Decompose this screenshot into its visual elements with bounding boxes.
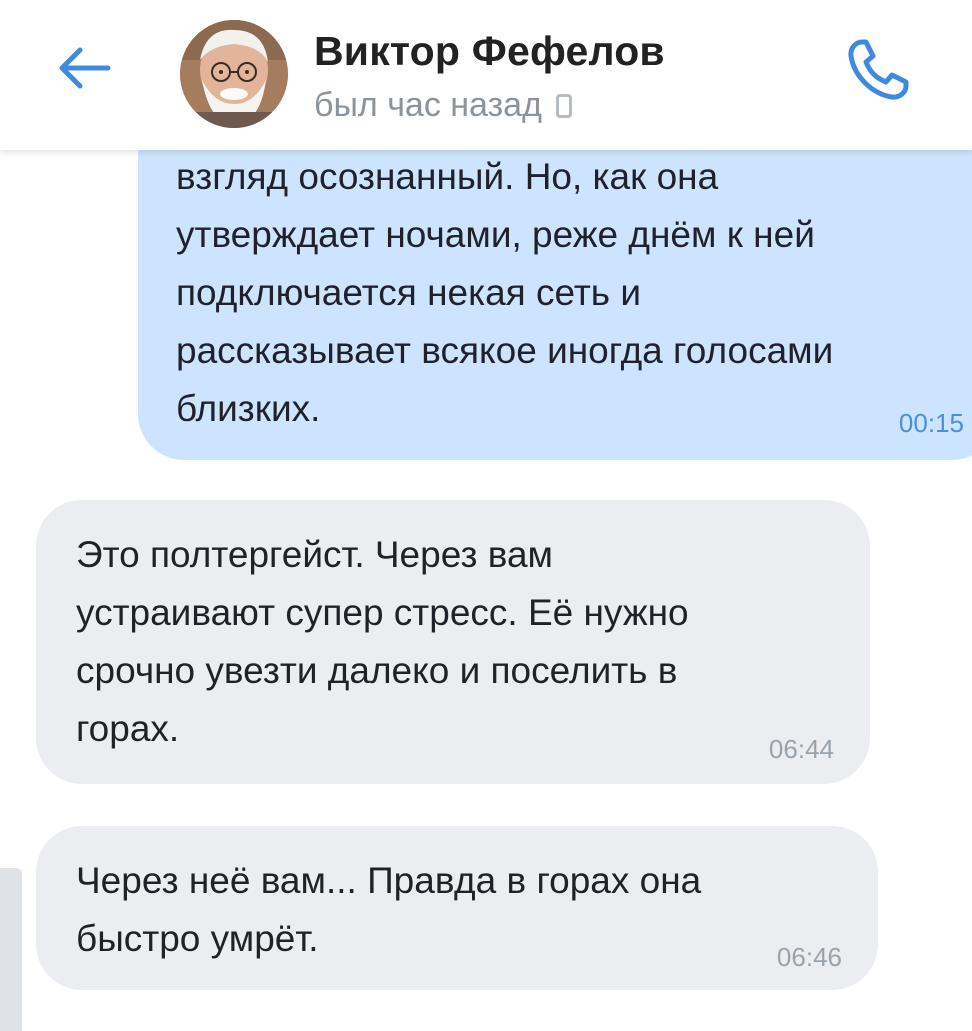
incoming-message[interactable]: Через неё вам... Правда в горах она быст… — [36, 826, 878, 990]
device-phone-icon — [555, 93, 572, 118]
back-arrow-icon — [59, 47, 111, 89]
call-icon — [848, 39, 909, 100]
contact-name[interactable]: Виктор Фефелов — [314, 28, 665, 75]
message-time: 06:44 — [768, 734, 834, 764]
message-time: 00:15 — [898, 408, 964, 438]
chat-header: Виктор Фефелов был час назад — [0, 0, 972, 150]
call-button[interactable] — [836, 30, 920, 110]
message-text: взгляд осознанный. Но, как она утверждае… — [176, 156, 834, 429]
incoming-message[interactable]: Это полтергейст. Через вам устраивают су… — [36, 500, 870, 784]
back-button[interactable] — [48, 36, 120, 100]
message-text: Это полтергейст. Через вам устраивают су… — [76, 534, 689, 749]
chat-screen: Виктор Фефелов был час назад взгляд осоз… — [0, 0, 972, 1031]
outgoing-message[interactable]: взгляд осознанный. Но, как она утверждае… — [138, 150, 972, 460]
status-row: был час назад — [314, 86, 572, 125]
message-time: 06:46 — [776, 942, 842, 972]
last-seen-status: был час назад — [314, 86, 542, 124]
avatar-photo — [180, 20, 288, 128]
scroll-edge-indicator — [0, 868, 22, 1031]
message-text: Через неё вам... Правда в горах она быст… — [76, 860, 702, 959]
avatar[interactable] — [180, 20, 288, 128]
message-list[interactable]: взгляд осознанный. Но, как она утверждае… — [0, 150, 972, 1031]
